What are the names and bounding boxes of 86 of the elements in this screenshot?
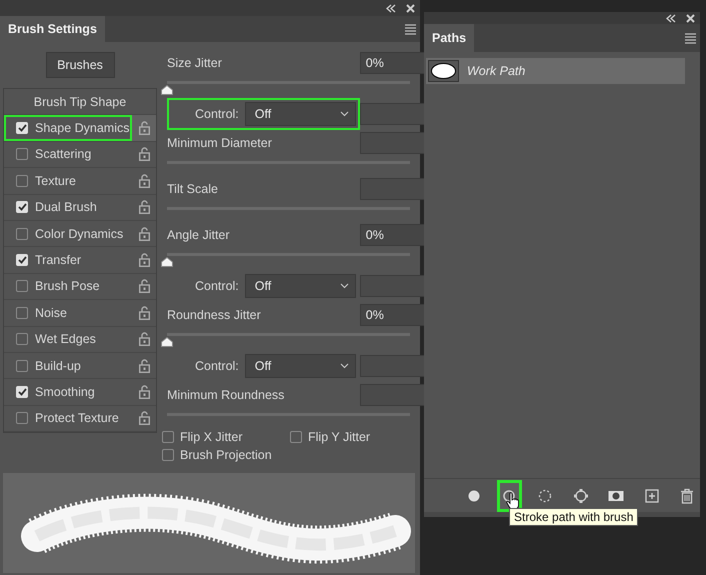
input-field[interactable] xyxy=(360,384,425,406)
chevron-down-icon xyxy=(340,111,349,117)
list-item[interactable]: Wet Edges xyxy=(35,332,96,346)
checkbox-label: Brush Projection xyxy=(180,448,272,462)
control-label: Control: xyxy=(195,279,239,293)
brushes-button[interactable]: Brushes xyxy=(46,52,114,78)
panel-tab[interactable]: Paths xyxy=(424,24,474,52)
path-thumbnail-icon xyxy=(428,60,459,82)
list-item[interactable]: Color Dynamics xyxy=(35,226,124,241)
input-field[interactable] xyxy=(360,132,425,154)
list-item[interactable]: Build-up xyxy=(35,358,81,373)
setting-label: Minimum Roundness xyxy=(167,388,284,402)
checkbox[interactable] xyxy=(16,360,28,372)
lock-icon[interactable] xyxy=(138,121,150,136)
lock-icon[interactable] xyxy=(138,279,150,294)
slider-thumb[interactable] xyxy=(161,337,173,347)
close-icon[interactable] xyxy=(686,14,695,22)
list-item[interactable]: Texture xyxy=(35,174,76,188)
checkbox-label: Flip Y Jitter xyxy=(308,430,370,444)
dropdown[interactable]: Off xyxy=(244,354,356,378)
dropdown[interactable]: Off xyxy=(244,102,356,126)
lock-icon[interactable] xyxy=(138,147,150,162)
slider-thumb[interactable] xyxy=(161,257,173,267)
input-field[interactable] xyxy=(360,103,425,125)
input-field[interactable] xyxy=(360,355,425,377)
control-label: Control: xyxy=(195,359,239,373)
lock-icon[interactable] xyxy=(138,200,150,214)
dropdown[interactable]: Off xyxy=(244,274,356,298)
setting-label: Angle Jitter xyxy=(167,228,230,242)
checkbox[interactable] xyxy=(16,280,28,292)
collapse-icon[interactable] xyxy=(386,4,396,12)
checkbox[interactable] xyxy=(16,333,28,346)
list-item[interactable]: Transfer xyxy=(35,253,82,268)
checkbox[interactable] xyxy=(16,174,28,187)
checkbox[interactable] xyxy=(162,449,174,461)
new-path-icon xyxy=(644,488,660,504)
list-item[interactable]: Brush Pose xyxy=(35,279,100,294)
setting-label: Minimum Diameter xyxy=(167,136,272,150)
lock-icon[interactable] xyxy=(138,174,150,188)
dotted-circle-icon xyxy=(536,488,553,504)
list-item[interactable]: Noise xyxy=(35,306,67,320)
collapse-icon[interactable] xyxy=(666,14,676,22)
checkbox[interactable] xyxy=(16,228,28,240)
checkbox-label: Flip X Jitter xyxy=(180,430,243,444)
menu-icon[interactable] xyxy=(685,32,696,44)
input-field[interactable] xyxy=(360,275,425,297)
lock-icon[interactable] xyxy=(138,306,150,320)
setting-label: Size Jitter xyxy=(167,56,222,70)
pointer-cursor-icon xyxy=(506,492,519,510)
checkbox[interactable] xyxy=(16,412,28,424)
fill-circle-icon xyxy=(466,488,482,504)
lock-icon[interactable] xyxy=(138,332,150,346)
list-item[interactable]: Brush Tip Shape xyxy=(34,94,126,109)
setting-label: Tilt Scale xyxy=(167,182,218,196)
setting-label: Roundness Jitter xyxy=(167,308,261,322)
list-item[interactable]: Dual Brush xyxy=(35,200,97,214)
path-name: Work Path xyxy=(467,64,526,78)
circle-outline-icon xyxy=(503,490,516,502)
lock-icon[interactable] xyxy=(138,226,150,241)
lock-icon[interactable] xyxy=(138,384,150,399)
list-item[interactable]: Protect Texture xyxy=(35,411,119,426)
lock-icon[interactable] xyxy=(138,358,150,373)
chevron-down-icon xyxy=(340,283,349,289)
lock-icon[interactable] xyxy=(138,253,150,268)
menu-icon[interactable] xyxy=(405,24,416,34)
path-nodes-icon xyxy=(572,488,589,504)
input-field[interactable] xyxy=(360,178,425,200)
chevron-down-icon xyxy=(340,363,349,369)
control-label: Control: xyxy=(195,107,239,121)
checkbox[interactable] xyxy=(162,431,174,443)
tooltip: Stroke path with brush xyxy=(509,508,638,526)
checkbox[interactable] xyxy=(290,431,302,443)
checkbox[interactable] xyxy=(16,148,28,160)
lock-icon[interactable] xyxy=(138,411,150,426)
path-row[interactable]: Work Path xyxy=(426,58,685,84)
list-item[interactable]: Smoothing xyxy=(35,384,95,399)
close-icon[interactable] xyxy=(406,4,415,12)
input-field[interactable]: 0% xyxy=(360,52,425,74)
checkbox[interactable] xyxy=(16,306,28,319)
trash-icon xyxy=(679,488,696,504)
slider-thumb[interactable] xyxy=(161,85,173,95)
panel-tab[interactable]: Brush Settings xyxy=(0,16,105,42)
list-item[interactable]: Scattering xyxy=(35,147,92,162)
input-field[interactable]: 0% xyxy=(360,224,425,246)
list-item[interactable]: Shape Dynamics xyxy=(35,121,130,136)
input-field[interactable]: 0% xyxy=(360,304,425,326)
